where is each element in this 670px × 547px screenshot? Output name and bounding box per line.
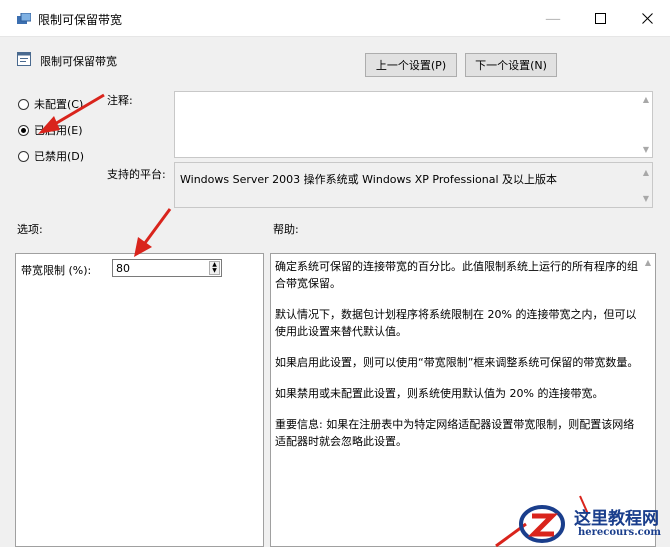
scroll-up-icon[interactable]: ▲ bbox=[645, 258, 651, 267]
help-paragraph: 默认情况下，数据包计划程序将系统限制在 20% 的连接带宽之内，但可以使用此设置… bbox=[275, 308, 637, 338]
radio-not-configured[interactable]: 未配置(C) bbox=[18, 96, 83, 112]
scroll-down-icon[interactable]: ▼ bbox=[643, 145, 649, 154]
help-paragraph: 重要信息: 如果在注册表中为特定网络适配器设置带宽限制，则配置该网络适配器时就会… bbox=[275, 418, 635, 448]
platform-label: 支持的平台: bbox=[107, 168, 166, 181]
setting-icon bbox=[17, 52, 31, 66]
policy-app-icon bbox=[17, 13, 31, 24]
close-icon bbox=[641, 12, 653, 24]
radio-circle bbox=[18, 150, 29, 162]
title-bar: 限制可保留带宽 — bbox=[0, 0, 670, 37]
comment-label: 注释: bbox=[107, 94, 133, 107]
radio-disabled[interactable]: 已禁用(D) bbox=[18, 148, 84, 164]
window-title: 限制可保留带宽 bbox=[38, 13, 123, 27]
close-button[interactable] bbox=[624, 0, 670, 36]
radio-circle bbox=[18, 98, 29, 110]
next-setting-button[interactable]: 下一个设置(N) bbox=[465, 53, 557, 77]
radio-circle bbox=[18, 124, 29, 136]
scroll-up-icon[interactable]: ▲ bbox=[643, 168, 649, 177]
help-paragraph: 确定系统可保留的连接带宽的百分比。此值限制系统上运行的所有程序的组合带宽保留。 bbox=[275, 260, 638, 290]
scroll-up-icon[interactable]: ▲ bbox=[643, 95, 649, 104]
minimize-button[interactable]: — bbox=[530, 0, 576, 36]
help-paragraph: 如果启用此设置，则可以使用“带宽限制”框来调整系统可保留的带宽数量。 bbox=[275, 356, 639, 369]
minimize-icon: — bbox=[545, 8, 561, 28]
radio-label: 已启用(E) bbox=[34, 124, 83, 137]
policy-name: 限制可保留带宽 bbox=[40, 55, 117, 68]
platform-value: Windows Server 2003 操作系统或 Windows XP Pro… bbox=[180, 173, 558, 186]
prev-setting-button[interactable]: 上一个设置(P) bbox=[365, 53, 457, 77]
bandwidth-value: 80 bbox=[116, 262, 130, 275]
watermark-en: herecours.com bbox=[578, 527, 662, 538]
options-panel bbox=[15, 253, 264, 547]
watermark-logo-icon bbox=[519, 505, 565, 543]
help-label: 帮助: bbox=[273, 223, 299, 236]
bandwidth-label: 带宽限制 (%): bbox=[21, 264, 92, 277]
platform-box: Windows Server 2003 操作系统或 Windows XP Pro… bbox=[174, 162, 653, 208]
radio-enabled[interactable]: 已启用(E) bbox=[18, 122, 83, 138]
bandwidth-spinner[interactable]: 80 ▲ ▼ bbox=[112, 259, 222, 277]
radio-label: 已禁用(D) bbox=[34, 150, 85, 163]
radio-label: 未配置(C) bbox=[34, 98, 84, 111]
watermark: 这里教程网 herecours.com bbox=[518, 500, 670, 547]
maximize-icon bbox=[594, 12, 606, 24]
scroll-down-icon[interactable]: ▼ bbox=[643, 194, 649, 203]
help-text: 确定系统可保留的连接带宽的百分比。此值限制系统上运行的所有程序的组合带宽保留。 … bbox=[275, 258, 639, 464]
watermark-cn: 这里教程网 bbox=[574, 509, 659, 529]
spinner-arrows-icon[interactable]: ▲ ▼ bbox=[209, 261, 220, 275]
options-label: 选项: bbox=[17, 223, 43, 236]
maximize-button[interactable] bbox=[577, 0, 623, 36]
comment-textarea[interactable]: ▲ ▼ bbox=[174, 91, 653, 158]
help-paragraph: 如果禁用或未配置此设置，则系统使用默认值为 20% 的连接带宽。 bbox=[275, 387, 604, 400]
